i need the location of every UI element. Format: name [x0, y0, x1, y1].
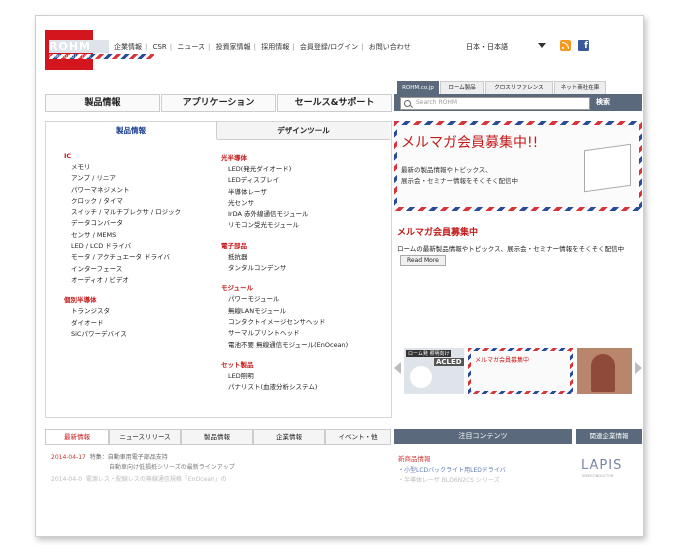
laptop-illustration [584, 143, 631, 193]
tab-corporate[interactable]: 企業情報 [253, 429, 325, 445]
banner-carousel: ローム発 照明向け ACLED メルマガ会員募集中 [394, 346, 642, 398]
nav-news[interactable]: ニュース [177, 43, 205, 51]
related-companies-header: 関連企業情報 [576, 429, 642, 444]
news-item[interactable]: 2014-04-17 特集：自動車用電子部品支持 自動車向け低損抵シリーズの最新… [51, 453, 235, 473]
search-bar: Search ROHM 検索 [394, 94, 642, 111]
category-item[interactable]: ダイオード [64, 318, 181, 329]
category-item[interactable]: LEDディスプレイ [221, 175, 348, 186]
category-column-right: 光半導体 LED(発光ダイオード) LEDディスプレイ 半導体レーザ 光センサ … [221, 149, 348, 393]
category-item[interactable]: アンプ / リニア [64, 173, 181, 184]
nav-login[interactable]: 会員登録/ログイン [300, 43, 358, 51]
nav-investors[interactable]: 投資家情報 [216, 43, 251, 51]
rss-icon[interactable] [560, 40, 571, 51]
tab-products[interactable]: 製品情報 [181, 429, 253, 445]
nav-contact[interactable]: お問い合わせ [369, 43, 411, 51]
banner-subtitle: 最新の製品情報やトピックス、 展示会・セミナー情報をそくそく配信中 [401, 166, 518, 185]
tab-rohm-products[interactable]: ローム製品 [440, 81, 484, 95]
tab-net-distributor-stock[interactable]: ネット商社在庫 [554, 81, 606, 95]
logo-subtext: SEMICONDUCTOR [49, 54, 154, 59]
featured-content-header: 注目コンテンツ [394, 429, 572, 444]
news-item[interactable]: 2014-04-0 電源レス・配線レスの無線通信規格「EnOcean」の [51, 475, 227, 485]
search-input[interactable]: Search ROHM [400, 97, 590, 110]
search-button[interactable]: 検索 [596, 97, 610, 107]
carousel-thumb-photo[interactable] [577, 348, 632, 394]
chevron-down-icon[interactable] [538, 43, 546, 48]
featured-item[interactable]: ・半導体レーザ BLD6N2CS シリーズ [398, 475, 500, 484]
category-item[interactable]: データコンバータ [64, 218, 181, 229]
category-item[interactable]: 無線LANモジュール [221, 306, 348, 317]
new-products-heading[interactable]: 新商品情報 [398, 453, 431, 463]
nav-careers[interactable]: 採用情報 [261, 43, 289, 51]
rohm-logo[interactable]: ROHM SEMICONDUCTOR [45, 30, 154, 70]
banner-title: メルマガ会員募集中!! [401, 135, 539, 151]
search-icon [404, 100, 411, 107]
category-heading-opto[interactable]: 光半導体 [221, 152, 348, 162]
main-nav-applications[interactable]: アプリケーション [161, 94, 276, 112]
category-item[interactable]: サーマルプリントヘッド [221, 328, 348, 339]
tab-product-info[interactable]: 製品情報 [46, 122, 217, 139]
category-item[interactable]: 光センサ [221, 198, 348, 209]
tab-cross-reference[interactable]: クロスリファレンス [485, 81, 553, 95]
browser-page: ROHM SEMICONDUCTOR 企業情報 | CSR | ニュース | 投資家情… [35, 15, 644, 537]
category-item[interactable]: LED照明 [221, 371, 348, 382]
language-select[interactable]: 日本・日本語 [466, 42, 508, 52]
category-item[interactable]: センサ / MEMS [64, 230, 181, 241]
category-item[interactable]: リモコン受光モジュール [221, 220, 348, 231]
category-item[interactable]: タンタルコンデンサ [221, 263, 348, 274]
promo-title[interactable]: メルマガ会員募集中 [397, 225, 478, 238]
newsletter-banner[interactable]: メルマガ会員募集中!! 最新の製品情報やトピックス、 展示会・セミナー情報をそく… [394, 121, 642, 211]
carousel-next-icon[interactable] [635, 362, 642, 374]
main-nav-products[interactable]: 製品情報 [45, 94, 160, 112]
main-nav: 製品情報 アプリケーション セールス&サポート [45, 94, 392, 112]
featured-item[interactable]: ・小型LCDバックライト用LEDドライバ [398, 465, 506, 474]
tab-design-tools[interactable]: デザインツール [217, 122, 390, 140]
lapis-logo-sub: SEMICONDUCTOR [582, 474, 614, 478]
nav-csr[interactable]: CSR [153, 43, 167, 51]
category-heading-module[interactable]: モジュール [221, 282, 348, 292]
category-item[interactable]: LED / LCD ドライバ [64, 241, 181, 252]
nav-corporate[interactable]: 企業情報 [114, 43, 142, 51]
category-item[interactable]: 抵抗器 [221, 252, 348, 263]
category-item[interactable]: LED(発光ダイオード) [221, 164, 348, 175]
category-item[interactable]: パワーマネジメント [64, 185, 181, 196]
category-item[interactable]: パナリスト(血液分析システム) [221, 382, 348, 393]
category-item[interactable]: メモリ [64, 162, 181, 173]
category-item[interactable]: スイッチ / マルチプレクサ / ロジック [64, 207, 181, 218]
top-nav: 企業情報 | CSR | ニュース | 投資家情報 | 採用情報 | 会員登録/ログイン |… [114, 43, 411, 51]
lapis-logo[interactable]: LAPIS [581, 458, 622, 473]
carousel-thumb-acled[interactable]: ローム発 照明向け ACLED [404, 348, 464, 394]
category-item[interactable]: コンタクトイメージセンサヘッド [221, 317, 348, 328]
promo-text: ロームの最新製品情報やトピックス、展示会・セミナー情報をそくそく配信中Read … [397, 245, 625, 266]
read-more-button[interactable]: Read More [400, 255, 446, 266]
category-item[interactable]: トランジスタ [64, 306, 181, 317]
category-heading-passive[interactable]: 電子部品 [221, 240, 348, 250]
category-item[interactable]: 電池不要 無線通信モジュール(EnOcean) [221, 340, 348, 351]
logo-text: ROHM [49, 40, 109, 53]
category-heading-set[interactable]: セット製品 [221, 359, 348, 369]
category-item[interactable]: 半導体レーザ [221, 187, 348, 198]
category-item[interactable]: パワーモジュール [221, 294, 348, 305]
carousel-prev-icon[interactable] [394, 362, 401, 374]
category-item[interactable]: オーディオ / ビデオ [64, 275, 181, 286]
tab-latest[interactable]: 最新情報 [45, 429, 109, 445]
tab-rohm-co-jp[interactable]: ROHM.co.jp [397, 81, 439, 95]
product-category-panel: 製品情報 デザインツール IC メモリ アンプ / リニア パワーマネジメント … [45, 121, 392, 418]
category-heading-ic[interactable]: IC [64, 152, 181, 160]
tab-events[interactable]: イベント・他 [325, 429, 391, 445]
main-nav-sales-support[interactable]: セールス&サポート [277, 94, 392, 112]
category-heading-discrete[interactable]: 個別半導体 [64, 294, 181, 304]
search-placeholder: Search ROHM [416, 99, 458, 106]
facebook-icon[interactable]: f [578, 40, 589, 51]
carousel-thumb-newsletter[interactable]: メルマガ会員募集中 [468, 348, 573, 394]
category-item[interactable]: IrDA 赤外線通信モジュール [221, 209, 348, 220]
category-item[interactable]: クロック / タイマ [64, 196, 181, 207]
category-column-left: IC メモリ アンプ / リニア パワーマネジメント クロック / タイマ スイ… [64, 149, 181, 340]
tab-news-release[interactable]: ニュースリリース [109, 429, 181, 445]
category-item[interactable]: インターフェース [64, 264, 181, 275]
category-item[interactable]: モータ / アクチュエータ ドライバ [64, 252, 181, 263]
category-item[interactable]: SiCパワーデバイス [64, 329, 181, 340]
